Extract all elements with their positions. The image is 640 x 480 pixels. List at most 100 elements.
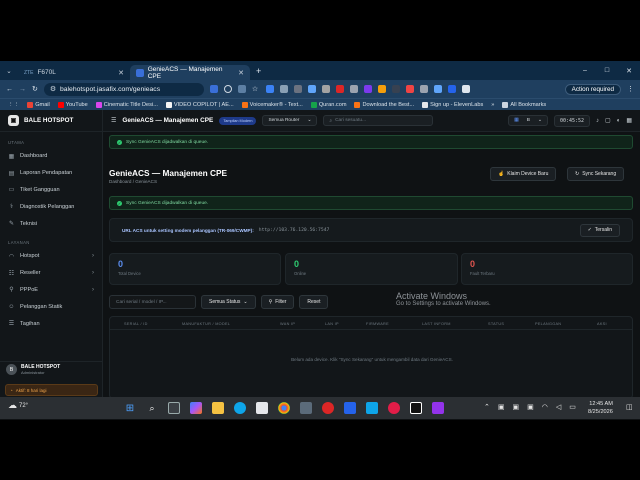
site-info-icon[interactable]: ⚙ [50, 85, 56, 93]
address-bar[interactable]: ⚙ balehotspot.jasafix.com/genieacs [43, 82, 204, 96]
extension-icon[interactable] [461, 85, 470, 93]
tray-app-icon[interactable]: ▣ [498, 403, 505, 411]
bell-icon[interactable]: ♪ [596, 118, 599, 124]
tab-f670l[interactable]: ZTE F670L ✕ [18, 65, 130, 80]
search-icon[interactable]: ⌕ [146, 402, 158, 414]
chrome-icon[interactable] [278, 402, 290, 414]
sidebar-item-pppoe[interactable]: ⚲ PPPoE › [0, 282, 102, 299]
new-tab-button[interactable]: + [256, 66, 261, 76]
status-select[interactable]: Semua Status ⌄ [201, 295, 256, 309]
view-mode-badge[interactable]: Tampilan Modern [219, 116, 257, 125]
extension-icon[interactable] [237, 85, 246, 93]
notification-icon[interactable]: ◫ [626, 403, 633, 411]
router-select[interactable]: Semua Router ⌄ [262, 115, 318, 126]
extension-icon[interactable] [307, 85, 316, 93]
tab-genieacs[interactable]: GenieACS — Manajemen CPE ✕ [130, 65, 250, 80]
sidebar-item-tiket[interactable]: ▭ Tiket Gangguan [0, 182, 102, 199]
sync-now-button[interactable]: ↻ Sync Sekarang [567, 167, 625, 181]
extension-icon[interactable] [447, 85, 456, 93]
sidebar-item-reseller[interactable]: ☷ Reseller › [0, 265, 102, 282]
bookmark-download[interactable]: Download the Best... [354, 101, 414, 108]
bookmark-apps-icon[interactable]: ⋮⋮ [8, 102, 19, 108]
device-search-input[interactable]: Cari serial / model / IP... [109, 295, 196, 309]
reload-icon[interactable]: ↻ [32, 85, 38, 93]
clock-tray[interactable]: 12:45 AM 8/25/2026 [588, 400, 613, 416]
bookmark-voicemaker[interactable]: Voicemaker® - Text... [241, 101, 303, 108]
edge-icon[interactable] [234, 402, 246, 414]
extension-icon[interactable] [433, 85, 442, 93]
weather-widget[interactable]: ☁ 72° [8, 400, 28, 411]
extension-icon[interactable] [279, 85, 288, 93]
extension-icon[interactable] [363, 85, 372, 93]
bookmarks-overflow-icon[interactable]: » [491, 102, 494, 108]
battery-icon[interactable]: ▭ [569, 403, 576, 411]
close-window-button[interactable]: ✕ [618, 67, 640, 75]
hamburger-menu-icon[interactable]: ☰ [111, 117, 116, 124]
app-icon[interactable] [432, 402, 444, 414]
system-tray[interactable]: ⌃ ▣ ▣ ▣ ◠ ◁ ▭ [484, 403, 576, 411]
theme-toggle-icon[interactable]: ◐ [617, 118, 621, 124]
extension-icon[interactable] [265, 85, 274, 93]
star-icon[interactable]: ☆ [252, 85, 260, 93]
action-required-button[interactable]: Action required [564, 83, 621, 95]
tab-list-chevron-icon[interactable]: ⌄ [0, 67, 18, 75]
bookmark-gmail[interactable]: Gmail [27, 101, 50, 108]
sidebar-item-teknisi[interactable]: ✎ Teknisi [0, 215, 102, 232]
extension-icon[interactable] [377, 85, 386, 93]
col-serial[interactable]: SERIAL / ID [124, 322, 148, 326]
mode-select[interactable]: ▦ B ⌄ [508, 115, 548, 126]
app-icon[interactable] [344, 402, 356, 414]
tray-app-icon[interactable]: ▣ [513, 403, 520, 411]
app-icon[interactable] [322, 402, 334, 414]
acs-url-value[interactable]: http://103.76.120.56:7547 [259, 228, 330, 233]
all-bookmarks[interactable]: All Bookmarks [502, 101, 546, 108]
col-last-inform[interactable]: LAST INFORM [422, 322, 451, 326]
bookmark-video-copilot[interactable]: VIDEO COPILOT | AE... [165, 101, 234, 108]
app-icon[interactable] [388, 402, 400, 414]
app-icon[interactable] [300, 402, 312, 414]
capcut-icon[interactable] [410, 402, 422, 414]
menu-icon[interactable]: ⋮ [627, 85, 634, 93]
copied-button[interactable]: ✓ Tersalin [579, 223, 620, 237]
sidebar-item-tagihan[interactable]: ☰ Tagihan [0, 315, 102, 332]
bookmark-cinematic[interactable]: Cinematic Title Desi... [95, 101, 158, 108]
volume-icon[interactable]: ◁ [556, 403, 561, 411]
chevron-up-icon[interactable]: ⌃ [484, 403, 490, 411]
col-lan-ip[interactable]: LAN IP [325, 322, 339, 326]
close-tab-icon[interactable]: ✕ [238, 69, 244, 77]
col-wan-ip[interactable]: WAN IP [280, 322, 295, 326]
reset-button[interactable]: Reset [299, 295, 329, 309]
sidebar-item-laporan[interactable]: ▤ Laporan Pendapatan [0, 165, 102, 182]
claim-device-button[interactable]: ☝ Klaim Device Baru [490, 167, 557, 181]
minimize-button[interactable]: – [574, 67, 596, 75]
filter-button[interactable]: ⚲ Filter [260, 295, 295, 309]
bookmark-quran[interactable]: Quran.com [310, 101, 346, 108]
copilot-icon[interactable] [190, 402, 202, 414]
back-icon[interactable]: ← [6, 86, 13, 93]
store-icon[interactable] [256, 402, 268, 414]
start-icon[interactable]: ⊞ [124, 402, 136, 414]
fullscreen-icon[interactable]: ▢ [605, 117, 611, 124]
sidebar-item-dashboard[interactable]: ▦ Dashboard [0, 148, 102, 165]
breadcrumb[interactable]: Dashboard / GenieACS [109, 179, 157, 184]
col-pelanggan[interactable]: PELANGGAN [535, 322, 561, 326]
col-manufaktur[interactable]: MANUFAKTUR / MODEL [182, 322, 230, 326]
bookmark-elevenlabs[interactable]: Sign up - ElevenLabs [422, 101, 483, 108]
extension-icon[interactable] [391, 85, 400, 93]
sidebar-item-pelanggan-statik[interactable]: ☺ Pelanggan Statik [0, 298, 102, 315]
brand[interactable]: ▣ BALE HOTSPOT [0, 110, 102, 132]
forward-icon[interactable]: → [19, 86, 26, 93]
global-search-input[interactable]: ⌕ Cari sesuatu... [323, 115, 434, 126]
extension-icon[interactable] [293, 85, 302, 93]
wifi-icon[interactable]: ◠ [542, 403, 548, 411]
bookmark-youtube[interactable]: YouTube [57, 101, 88, 108]
trial-badge[interactable]: ◔ Aktif: 8 hari lagi [5, 384, 98, 396]
extension-icon[interactable] [209, 85, 218, 93]
task-view-icon[interactable] [168, 402, 180, 414]
extension-icon[interactable] [335, 85, 344, 93]
apps-icon[interactable]: ▦ [626, 117, 632, 124]
zoom-icon[interactable] [223, 85, 232, 93]
sidebar-item-hotspot[interactable]: ◠ Hotspot › [0, 248, 102, 265]
app-icon[interactable] [366, 402, 378, 414]
extension-icon[interactable] [349, 85, 358, 93]
